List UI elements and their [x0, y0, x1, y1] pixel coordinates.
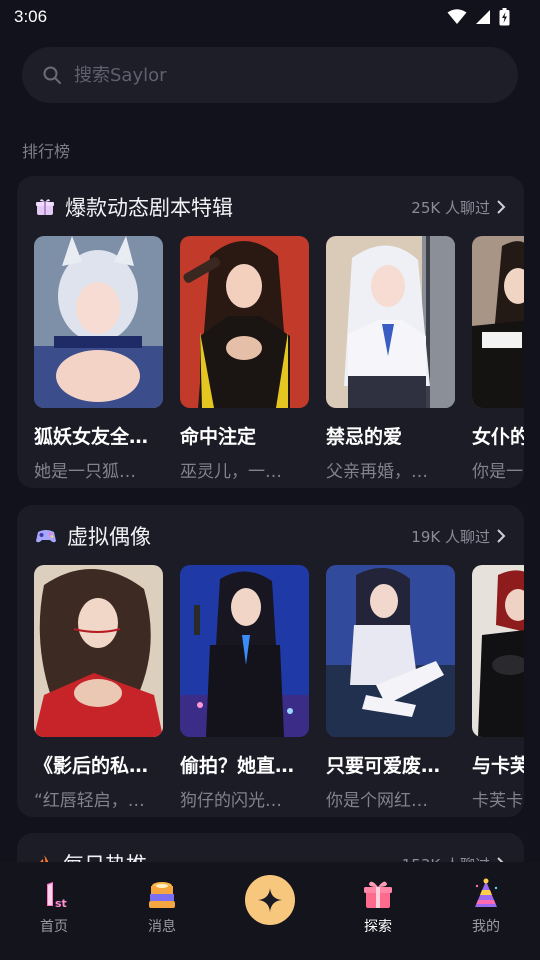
chat-count: 25K 人聊过 [411, 198, 490, 217]
nav-home[interactable]: st 首页 [0, 862, 108, 960]
signal-icon [476, 10, 490, 24]
character-desc: 狗仔的闪光… [180, 791, 282, 811]
status-time: 3:06 [14, 7, 48, 26]
character-card[interactable]: 女仆的 你是一 [472, 236, 524, 482]
nav-create[interactable] [216, 862, 324, 960]
character-name: 狐妖女友全… [34, 426, 149, 448]
battery-icon [499, 8, 510, 26]
search-bar[interactable] [22, 47, 518, 103]
ranking-card-idols: 虚拟偶像 19K 人聊过 《影后的私… “红唇轻启，… 偷拍？她直… 狗仔的闪光… [17, 505, 524, 817]
card-count[interactable]: 25K 人聊过 [411, 197, 506, 218]
card-header[interactable]: 爆款动态剧本特辑 25K 人聊过 [35, 192, 506, 222]
character-card[interactable]: 《影后的私… “红唇轻启，… [34, 565, 163, 811]
status-icons [447, 8, 510, 26]
character-card[interactable]: 狐妖女友全… 她是一只狐… [34, 236, 163, 482]
character-name: 偷拍？她直… [180, 755, 295, 777]
character-card[interactable]: 禁忌的爱 父亲再婚，… [326, 236, 455, 482]
card-title: 爆款动态剧本特辑 [65, 196, 233, 220]
character-name: 《影后的私… [34, 755, 149, 777]
status-bar: 3:06 [0, 0, 540, 34]
character-image [326, 236, 455, 408]
character-desc: “红唇轻启，… [34, 791, 145, 811]
character-image [472, 565, 524, 737]
search-input[interactable] [74, 64, 454, 86]
character-image [326, 565, 455, 737]
character-image [34, 236, 163, 408]
card-header[interactable]: 虚拟偶像 19K 人聊过 [35, 521, 506, 551]
character-card[interactable]: 只要可爱废… 你是个网红… [326, 565, 455, 811]
character-desc: 父亲再婚，… [326, 462, 428, 482]
wifi-icon [447, 9, 467, 24]
party-hat-icon [475, 878, 498, 907]
character-name: 禁忌的爱 [326, 426, 403, 448]
character-image [180, 565, 309, 737]
character-name: 女仆的 [472, 426, 524, 448]
item-row: 狐妖女友全… 她是一只狐… 命中注定 巫灵儿，一… 禁忌的爱 父亲再婚，… 女仆… [34, 236, 524, 482]
chevron-right-icon [497, 200, 506, 214]
search-icon [43, 66, 61, 84]
gamepad-icon [36, 530, 56, 543]
nav-label-home: 首页 [40, 919, 68, 935]
character-name: 只要可爱废… [326, 755, 441, 777]
character-image [34, 565, 163, 737]
card-title: 虚拟偶像 [67, 525, 151, 549]
character-name: 与卡芙 [472, 755, 524, 777]
chat-count: 19K 人聊过 [411, 527, 490, 546]
gift-icon [36, 199, 54, 215]
nav-label-explore: 探索 [364, 919, 392, 935]
character-card[interactable]: 与卡芙 卡芙卡 [472, 565, 524, 811]
cake-message-icon [149, 882, 175, 908]
character-card[interactable]: 偷拍？她直… 狗仔的闪光… [180, 565, 309, 811]
create-button[interactable] [245, 875, 295, 925]
ranking-card-scripts: 爆款动态剧本特辑 25K 人聊过 狐妖女友全… 她是一只狐… 命中注定 巫灵儿，… [17, 176, 524, 488]
character-desc: 她是一只狐… [34, 462, 136, 482]
nav-explore[interactable]: 探索 [324, 862, 432, 960]
nav-label-profile: 我的 [472, 919, 500, 935]
character-image [472, 236, 524, 408]
character-card[interactable]: 命中注定 巫灵儿，一… [180, 236, 309, 482]
character-name: 命中注定 [180, 426, 257, 448]
nav-messages[interactable]: 消息 [108, 862, 216, 960]
card-count[interactable]: 19K 人聊过 [411, 526, 506, 547]
item-row: 《影后的私… “红唇轻启，… 偷拍？她直… 狗仔的闪光… 只要可爱废… 你是个网… [34, 565, 524, 811]
character-desc: 卡芙卡 [472, 791, 523, 811]
nav-label-messages: 消息 [148, 919, 176, 935]
character-desc: 巫灵儿，一… [180, 462, 282, 482]
svg-text:st: st [55, 897, 67, 910]
star-create-icon [258, 888, 282, 912]
gift-box-icon [364, 881, 392, 908]
chevron-right-icon [497, 529, 506, 543]
nav-profile[interactable]: 我的 [432, 862, 540, 960]
character-image [180, 236, 309, 408]
bottom-nav: st 首页 消息 探索 我的 [0, 862, 540, 960]
character-desc: 你是个网红… [326, 791, 428, 811]
ranking-label: 排行榜 [22, 142, 71, 161]
character-desc: 你是一 [472, 462, 523, 482]
first-place-icon: st [47, 882, 67, 910]
